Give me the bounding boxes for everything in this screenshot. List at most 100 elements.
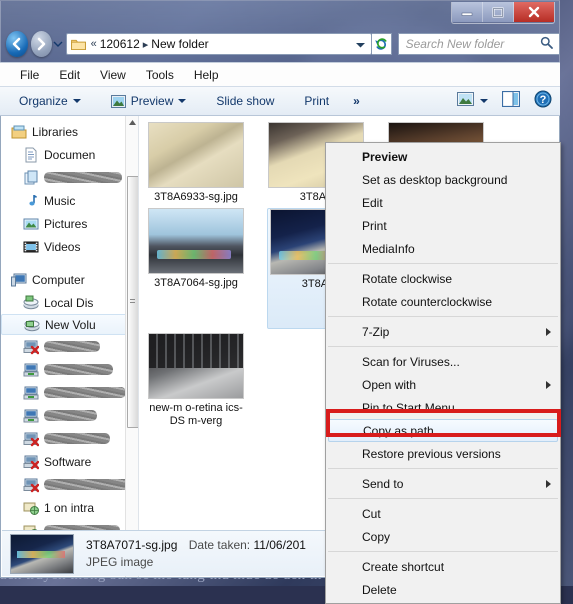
search-input[interactable]: Search New folder	[397, 33, 560, 55]
file-item[interactable]: new-m o-retina ics-DS m-verg	[147, 333, 245, 428]
sidebar-item[interactable]	[1, 427, 131, 450]
context-menu-item[interactable]: Copy	[326, 525, 560, 548]
refresh-button[interactable]	[371, 33, 392, 55]
context-menu-item[interactable]: Set as desktop background	[326, 168, 560, 191]
drive-icon	[24, 317, 40, 333]
slideshow-button[interactable]: Slide show	[209, 91, 281, 111]
file-item[interactable]: 3T8A6933-sg.jpg	[147, 122, 245, 204]
sidebar-item[interactable]	[1, 358, 131, 381]
details-filetype: JPEG image	[86, 554, 154, 569]
menu-view[interactable]: View	[90, 66, 136, 84]
context-menu-item-label: Edit	[362, 195, 383, 210]
netdrive-x-icon	[23, 477, 40, 493]
menu-edit[interactable]: Edit	[49, 66, 90, 84]
context-menu-item-label: Delete	[362, 582, 397, 597]
navigation-scrollbar-thumb[interactable]	[127, 176, 138, 428]
maximize-button[interactable]	[483, 2, 514, 22]
sidebar-item[interactable]: Documen	[1, 143, 131, 166]
organize-button[interactable]: Organize	[12, 91, 88, 111]
context-menu-item-label: Restore previous versions	[362, 446, 501, 461]
sidebar-item[interactable]	[1, 404, 131, 427]
address-bar[interactable]: « 120612 ▸ New folder	[65, 33, 372, 55]
context-menu-item[interactable]: Restore previous versions	[326, 442, 560, 465]
preview-pane-toggle[interactable]	[501, 90, 521, 112]
breadcrumb-item-1[interactable]: New folder	[151, 37, 208, 51]
scroll-up-arrow-icon[interactable]	[126, 116, 138, 128]
context-menu-item[interactable]: Edit	[326, 191, 560, 214]
context-menu-item[interactable]: Rotate counterclockwise	[326, 290, 560, 313]
navigation-pane: Libraries Documen Music Pictures Videos Compu…	[1, 116, 138, 577]
overflow-button[interactable]: »	[346, 91, 367, 111]
breadcrumb-item-0[interactable]: 120612	[100, 37, 140, 51]
minimize-button[interactable]	[452, 2, 483, 22]
file-name: 3T8A7064-sg.jpg	[154, 277, 238, 289]
sidebar-item[interactable]: Software	[1, 450, 131, 473]
sidebar-item[interactable]: Videos	[1, 235, 131, 258]
breadcrumb-overflow[interactable]: «	[88, 38, 100, 50]
close-button[interactable]	[514, 2, 554, 22]
sidebar-item[interactable]	[1, 166, 131, 189]
sidebar-item[interactable]: Libraries	[1, 120, 131, 143]
chevron-down-icon[interactable]	[480, 99, 488, 103]
preview-button[interactable]: Preview	[104, 91, 194, 111]
chevron-down-icon	[178, 99, 187, 103]
svg-text:?: ?	[540, 94, 547, 106]
context-menu-item[interactable]: Open with	[326, 373, 560, 396]
netdrive-x-icon	[23, 431, 40, 447]
breadcrumb-chevron-icon[interactable]: ▸	[140, 38, 152, 51]
file-item[interactable]: 3T8A7064-sg.jpg	[147, 208, 245, 329]
recent-pages-button[interactable]	[52, 31, 64, 57]
context-menu-item[interactable]: Preview	[326, 145, 560, 168]
sidebar-item[interactable]: Pictures	[1, 212, 131, 235]
change-view-icon[interactable]	[457, 91, 474, 111]
context-menu-item[interactable]: MediaInfo	[326, 237, 560, 260]
sidebar-item[interactable]: New Volu	[1, 314, 131, 335]
context-menu-item[interactable]: Send to	[326, 472, 560, 495]
sidebar-item[interactable]: Local Dis	[1, 291, 131, 314]
sidebar-item[interactable]	[1, 473, 131, 496]
navigation-scrollbar[interactable]	[125, 116, 138, 577]
organize-label: Organize	[19, 94, 68, 108]
libraries-icon	[11, 124, 27, 140]
details-filename: 3T8A7071-sg.jpg	[86, 537, 178, 552]
menu-file[interactable]: File	[10, 66, 49, 84]
context-menu-item-label: Open with	[362, 377, 417, 392]
menu-help[interactable]: Help	[184, 66, 229, 84]
sidebar-item[interactable]: Computer	[1, 268, 131, 291]
netdrive-icon	[23, 408, 39, 424]
context-menu[interactable]: Preview Set as desktop background Edit Prin…	[325, 142, 561, 604]
context-menu-item[interactable]: Delete	[326, 578, 560, 601]
context-menu-item[interactable]: Print	[326, 214, 560, 237]
address-dropdown-icon[interactable]	[350, 37, 371, 51]
preview-label: Preview	[130, 94, 174, 108]
context-menu-items: Preview Set as desktop background Edit Prin…	[326, 145, 560, 601]
sidebar-item-label: Libraries	[32, 124, 79, 139]
context-menu-item[interactable]: Scan for Viruses...	[326, 350, 560, 373]
file-thumbnail	[148, 333, 244, 399]
netdrive-x-icon	[23, 454, 40, 470]
context-menu-item[interactable]: Rotate clockwise	[326, 267, 560, 290]
computer-icon	[11, 272, 27, 288]
details-datetaken-label: Date taken:	[188, 537, 251, 552]
back-button[interactable]	[6, 31, 28, 57]
context-menu-item[interactable]: Create shortcut	[326, 555, 560, 578]
context-menu-item-label: Rotate counterclockwise	[362, 294, 493, 309]
sidebar-item[interactable]	[1, 335, 131, 358]
sidebar-item[interactable]	[1, 381, 131, 404]
menu-bar: File Edit View Tools Help	[0, 62, 560, 86]
sidebar-item-label: New Volu	[45, 317, 96, 332]
search-icon	[533, 36, 559, 52]
menu-tools[interactable]: Tools	[136, 66, 184, 84]
context-menu-item[interactable]: Cut	[326, 502, 560, 525]
context-menu-item[interactable]: 7-Zip	[326, 320, 560, 343]
help-button[interactable]: ?	[534, 90, 552, 113]
search-placeholder: Search New folder	[405, 37, 505, 51]
print-button[interactable]: Print	[297, 91, 336, 111]
forward-button[interactable]	[30, 31, 52, 57]
context-menu-separator	[328, 551, 558, 552]
music-icon	[23, 193, 39, 209]
sidebar-item-label	[44, 478, 131, 491]
sidebar-item[interactable]: 1 on intra	[1, 496, 131, 519]
sidebar-item[interactable]: Music	[1, 189, 131, 212]
details-text: 3T8A7071-sg.jpg Date taken: 11/06/201 JP…	[86, 537, 306, 571]
